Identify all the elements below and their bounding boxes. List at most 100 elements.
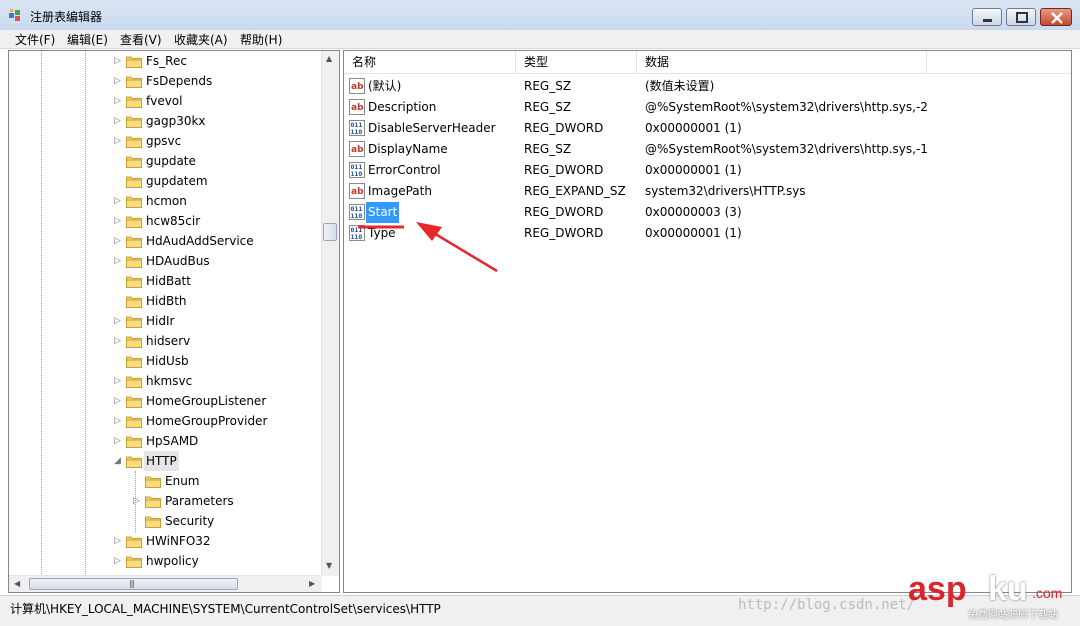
folder-icon <box>126 336 142 348</box>
maximize-button[interactable] <box>1006 8 1036 26</box>
expand-icon[interactable]: ▷ <box>114 331 121 351</box>
binary-value-icon: 011110 <box>349 225 365 241</box>
minimize-button[interactable] <box>972 8 1002 26</box>
close-button[interactable] <box>1040 8 1072 26</box>
expand-icon[interactable]: ▷ <box>114 551 121 571</box>
folder-icon <box>126 436 142 448</box>
scroll-up-icon[interactable]: ▲ <box>326 54 332 63</box>
value-row[interactable]: 011 110 Start REG_DWORD 0x00000003 (3) <box>344 202 1071 223</box>
status-path: 计算机\HKEY_LOCAL_MACHINE\SYSTEM\CurrentCon… <box>10 602 441 616</box>
value-row[interactable]: ab DisplayName REG_SZ @%SystemRoot%\system3… <box>344 139 1071 160</box>
value-name: ImagePath <box>368 184 432 198</box>
column-header-data[interactable]: 数据 <box>637 51 927 73</box>
menu-favorites[interactable]: 收藏夹(A) <box>174 31 228 48</box>
expand-icon[interactable]: ▷ <box>114 111 121 131</box>
grip-icon: ||| <box>129 579 135 588</box>
menu-help[interactable]: 帮助(H) <box>240 31 282 48</box>
collapse-icon[interactable]: ◢ <box>114 451 121 471</box>
folder-icon <box>126 296 142 308</box>
folder-icon <box>126 456 142 468</box>
menu-file[interactable]: 文件(F) <box>15 31 55 48</box>
close-icon <box>1051 12 1063 24</box>
logo-ku: ku <box>988 570 1028 608</box>
title-bar: 注册表编辑器 <box>0 0 1080 31</box>
value-row[interactable]: 011 110 Type REG_DWORD 0x00000001 (1) <box>344 223 1071 244</box>
tree-node-label: FsDepends <box>146 74 213 88</box>
string-value-icon: ab <box>349 141 365 157</box>
expand-icon[interactable]: ▷ <box>114 251 121 271</box>
site-logo: asp ku .com 免费网站源码下载站 <box>908 570 1078 622</box>
expand-icon[interactable]: ▷ <box>114 191 121 211</box>
value-type: REG_DWORD <box>524 163 604 177</box>
binary-value-icon: 011110 <box>349 162 365 178</box>
column-header-name[interactable]: 名称 <box>344 51 516 73</box>
folder-icon <box>126 116 142 128</box>
expand-icon[interactable]: ▷ <box>114 231 121 251</box>
expand-icon[interactable]: ▷ <box>114 431 121 451</box>
tree-node-label: hwpolicy <box>146 554 199 568</box>
expand-icon[interactable]: ▷ <box>114 371 121 391</box>
minimize-icon <box>983 19 992 22</box>
tree-node-label: hcw85cir <box>146 214 201 228</box>
tree-node-label: gupdatem <box>146 174 208 188</box>
expand-icon[interactable]: ▷ <box>114 531 121 551</box>
value-row[interactable]: ab ImagePath REG_EXPAND_SZ system32\drivers… <box>344 181 1071 202</box>
tree-node-label: Enum <box>165 474 200 488</box>
tree-node-label: Parameters <box>165 494 234 508</box>
svg-text:ab: ab <box>351 187 364 197</box>
value-data: system32\drivers\HTTP.sys <box>645 184 806 198</box>
value-name: Type <box>368 226 396 240</box>
value-row[interactable]: ab (默认) REG_SZ (数值未设置) <box>344 76 1071 97</box>
value-name: DisplayName <box>368 142 448 156</box>
column-header-type[interactable]: 类型 <box>516 51 637 73</box>
tree-node-label: HidUsb <box>146 354 189 368</box>
tree-horizontal-scroll-thumb[interactable]: ||| <box>29 578 238 590</box>
expand-icon[interactable]: ▷ <box>114 391 121 411</box>
tree-horizontal-scrollbar[interactable]: ◀ ||| ▶ <box>9 575 322 592</box>
value-row[interactable]: ab Description REG_SZ @%SystemRoot%\system3… <box>344 97 1071 118</box>
folder-icon <box>126 316 142 328</box>
registry-editor-icon <box>9 9 20 21</box>
tree-node-label: Fs_Rec <box>146 54 187 68</box>
folder-icon <box>126 196 142 208</box>
expand-icon[interactable]: ▷ <box>114 71 121 91</box>
value-row[interactable]: 011 110 DisableServerHeader REG_DWORD 0x0000… <box>344 118 1071 139</box>
tree-node-label: HDAudBus <box>146 254 210 268</box>
tree-node-label: HidBth <box>146 294 187 308</box>
expand-icon[interactable]: ▷ <box>114 211 121 231</box>
folder-icon <box>126 416 142 428</box>
tree-node-label: gpsvc <box>146 134 182 148</box>
value-data: @%SystemRoot%\system32\drivers\http.sys,… <box>645 142 928 156</box>
scroll-down-icon[interactable]: ▼ <box>326 561 332 570</box>
tree-node-label: HdAudAddService <box>146 234 254 248</box>
expand-icon[interactable]: ▷ <box>114 51 121 71</box>
value-name: (默认) <box>368 79 402 93</box>
expand-icon[interactable]: ▷ <box>114 91 121 111</box>
expand-icon[interactable]: ▷ <box>114 311 121 331</box>
svg-text:ab: ab <box>351 82 364 92</box>
tree-node-label: fvevol <box>146 94 183 108</box>
svg-text:ab: ab <box>351 103 364 113</box>
value-data: @%SystemRoot%\system32\drivers\http.sys,… <box>645 100 928 114</box>
tree-guide-line <box>85 51 86 576</box>
maximize-icon <box>1016 12 1028 23</box>
scroll-left-icon[interactable]: ◀ <box>14 579 20 588</box>
expand-icon[interactable]: ▷ <box>114 131 121 151</box>
expand-icon[interactable]: ▷ <box>114 411 121 431</box>
value-type: REG_SZ <box>524 100 572 114</box>
tree-vertical-scroll-thumb[interactable] <box>323 223 337 241</box>
value-name: DisableServerHeader <box>368 121 496 135</box>
expand-icon[interactable]: ▷ <box>133 491 140 511</box>
folder-icon <box>126 96 142 108</box>
tree-node-label: gagp30kx <box>146 114 206 128</box>
binary-value-icon: 011110 <box>349 204 365 220</box>
value-type: REG_DWORD <box>524 226 604 240</box>
folder-icon <box>126 536 142 548</box>
value-row[interactable]: 011 110 ErrorControl REG_DWORD 0x00000001 (1… <box>344 160 1071 181</box>
scroll-right-icon[interactable]: ▶ <box>309 579 315 588</box>
tree-node-label: HomeGroupListener <box>146 394 267 408</box>
menu-view[interactable]: 查看(V) <box>120 31 162 48</box>
menu-edit[interactable]: 编辑(E) <box>67 31 108 48</box>
tree-vertical-scrollbar[interactable]: ▲ ▼ <box>321 51 339 576</box>
menu-bar: 文件(F) 编辑(E) 查看(V) 收藏夹(A) 帮助(H) <box>0 30 1080 49</box>
